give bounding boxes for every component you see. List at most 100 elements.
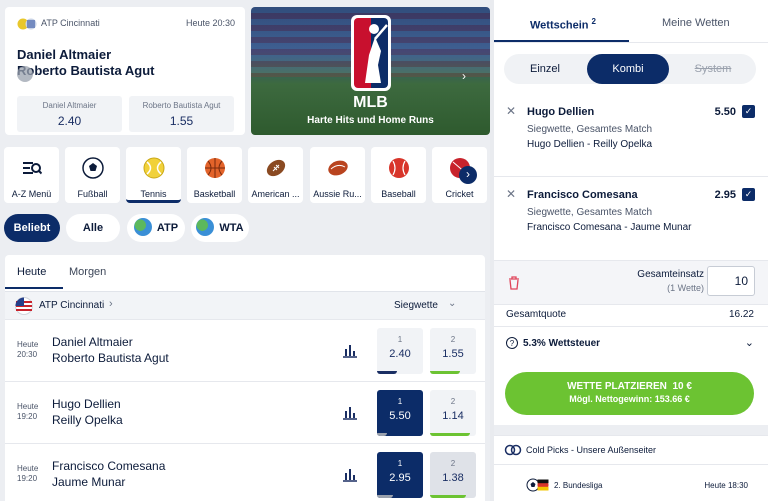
divider: [494, 425, 768, 435]
mode-kombi[interactable]: Kombi: [587, 54, 669, 84]
filter-beliebt[interactable]: Beliebt: [4, 214, 60, 242]
match-list: Heute Morgen ATP Cincinnati › Siegwette …: [5, 255, 485, 501]
match-day: Heute: [17, 402, 39, 411]
odd-value: 2.95: [389, 472, 411, 484]
bet-event: Hugo Dellien - Reilly Opelka: [527, 139, 653, 150]
match-row[interactable]: Heute 19:20 Hugo Dellien Reilly Opelka 1…: [5, 381, 485, 443]
sport-tab-tennis[interactable]: Tennis: [126, 147, 181, 203]
match-time: 19:20: [17, 474, 38, 483]
us-flag-icon: [15, 297, 33, 315]
odd-label: Daniel Altmaier: [42, 101, 97, 110]
tab-heute[interactable]: Heute: [17, 266, 46, 278]
tax-label: 5.3% Wettsteuer: [523, 338, 601, 349]
total-odds-label: Gesamtquote: [506, 309, 567, 320]
odd-trend-bar: [377, 495, 393, 498]
filter-wta[interactable]: WTA: [191, 214, 249, 242]
bet-market: Siegwette, Gesamtes Match: [527, 124, 653, 135]
total-odds-row: Gesamtquote 16.22: [494, 304, 768, 326]
featured-time: Heute 20:30: [185, 18, 235, 28]
mode-system[interactable]: System: [670, 54, 756, 84]
basketball-icon: [204, 158, 225, 178]
odd-button-1[interactable]: 1 2.40: [377, 328, 423, 374]
carousel-prev-button[interactable]: [17, 66, 33, 82]
odd-label: 2: [450, 335, 456, 344]
sport-tab-american-football[interactable]: American ...: [248, 147, 303, 203]
trash-icon[interactable]: [508, 276, 520, 290]
cold-picks-header[interactable]: Cold Picks - Unsere Außenseiter: [494, 435, 768, 465]
tab-wettschein[interactable]: Wettschein 2: [530, 17, 596, 32]
tax-row[interactable]: ? 5.3% Wettsteuer ⌄: [494, 326, 768, 360]
section-tournament: ATP Cincinnati: [39, 300, 105, 311]
baseball-icon: [388, 158, 409, 178]
place-bet-button[interactable]: WETTE PLATZIEREN 10 € Mögl. Nettogewinn:…: [505, 372, 754, 415]
sport-label: A-Z Menü: [11, 189, 52, 199]
bet-pick: Francisco Comesana: [527, 189, 638, 201]
stats-icon[interactable]: [342, 342, 358, 358]
cold-picks-title: Cold Picks - Unsere Außenseiter: [526, 445, 657, 455]
odd-label: 2: [450, 459, 456, 468]
stake-input[interactable]: 10: [707, 266, 755, 296]
link-rings-icon: [504, 444, 522, 456]
sport-tab-basketball[interactable]: Basketball: [187, 147, 242, 203]
bet-checkbox[interactable]: ✓: [742, 188, 755, 201]
stats-icon[interactable]: [342, 404, 358, 420]
odd-button-2[interactable]: 2 1.55: [430, 328, 476, 374]
match-time: 20:30: [17, 350, 38, 359]
event-time: Heute 18:30: [704, 481, 748, 490]
banner-title: MLB: [353, 94, 388, 111]
sport-label: Fußball: [77, 189, 108, 199]
odd-label: Roberto Bautista Agut: [142, 101, 221, 110]
chevron-right-icon[interactable]: ›: [462, 69, 466, 83]
chevron-down-icon[interactable]: ⌄: [745, 336, 754, 349]
match-time: 19:20: [17, 412, 38, 421]
remove-bet-icon[interactable]: ✕: [506, 104, 516, 118]
remove-bet-icon[interactable]: ✕: [506, 187, 516, 201]
odd-button-1-selected[interactable]: 1 5.50: [377, 390, 423, 436]
odd-label: 1: [397, 335, 403, 344]
bet-checkbox[interactable]: ✓: [742, 105, 755, 118]
odd-value: 5.50: [389, 410, 411, 422]
filter-atp[interactable]: ATP: [127, 214, 185, 242]
main-content: ATP Cincinnati Heute 20:30 Daniel Altmai…: [0, 0, 490, 501]
featured-match-card[interactable]: ATP Cincinnati Heute 20:30 Daniel Altmai…: [5, 7, 245, 135]
sport-tab-baseball[interactable]: Baseball: [371, 147, 426, 203]
american-football-icon: [266, 159, 285, 177]
featured-odd-2[interactable]: Roberto Bautista Agut 1.55: [129, 96, 234, 132]
tennis-ball-icon: [17, 18, 37, 30]
payout-label: Mögl. Nettogewinn: 153.66 €: [569, 394, 690, 404]
bet-odd: 5.50: [714, 106, 736, 118]
tab-morgen[interactable]: Morgen: [69, 266, 106, 278]
question-icon: ?: [506, 337, 518, 349]
chevron-right-icon[interactable]: ›: [459, 166, 477, 184]
odd-button-1-selected[interactable]: 1 2.95: [377, 452, 423, 498]
odd-label: 1: [397, 459, 403, 468]
featured-odd-1[interactable]: Daniel Altmaier 2.40: [17, 96, 122, 132]
mlb-promo-banner[interactable]: MLB Harte Hits und Home Runs ›: [251, 7, 490, 135]
match-row[interactable]: Heute 20:30 Daniel Altmaier Roberto Baut…: [5, 319, 485, 381]
sport-tab-a-z-menu[interactable]: A-Z Menü: [4, 147, 59, 203]
stake-row: Gesamteinsatz (1 Wette) 10: [494, 260, 768, 304]
odd-button-2[interactable]: 2 1.38: [430, 452, 476, 498]
odd-trend-bar: [377, 371, 397, 374]
match-row[interactable]: Heute 19:20 Francisco Comesana Jaume Mun…: [5, 443, 485, 501]
stake-sub-label: (1 Wette): [667, 283, 704, 293]
sport-tab-football[interactable]: Fußball: [65, 147, 120, 203]
cold-picks-event[interactable]: 2. Bundesliga Heute 18:30: [494, 466, 768, 501]
market-selector[interactable]: Siegwette: [394, 300, 438, 311]
tournament-section-header[interactable]: ATP Cincinnati › Siegwette ⌄: [5, 291, 485, 319]
tab-meine-wetten[interactable]: Meine Wetten: [662, 17, 730, 29]
sport-label: American ...: [251, 189, 300, 199]
match-day: Heute: [17, 464, 39, 473]
filter-alle[interactable]: Alle: [66, 214, 120, 242]
chevron-down-icon[interactable]: ⌄: [448, 298, 456, 309]
globe-icon: [196, 218, 215, 237]
odd-button-2[interactable]: 2 1.14: [430, 390, 476, 436]
odd-value: 1.38: [442, 472, 464, 484]
total-odds-value: 16.22: [728, 309, 754, 320]
sport-tab-aussie-rules[interactable]: Aussie Ru...: [310, 147, 365, 203]
featured-tournament: ATP Cincinnati: [41, 18, 100, 28]
stats-icon[interactable]: [342, 466, 358, 482]
chevron-right-icon: ›: [109, 298, 113, 310]
mode-einzel[interactable]: Einzel: [504, 54, 586, 84]
list-search-icon: [22, 162, 43, 175]
